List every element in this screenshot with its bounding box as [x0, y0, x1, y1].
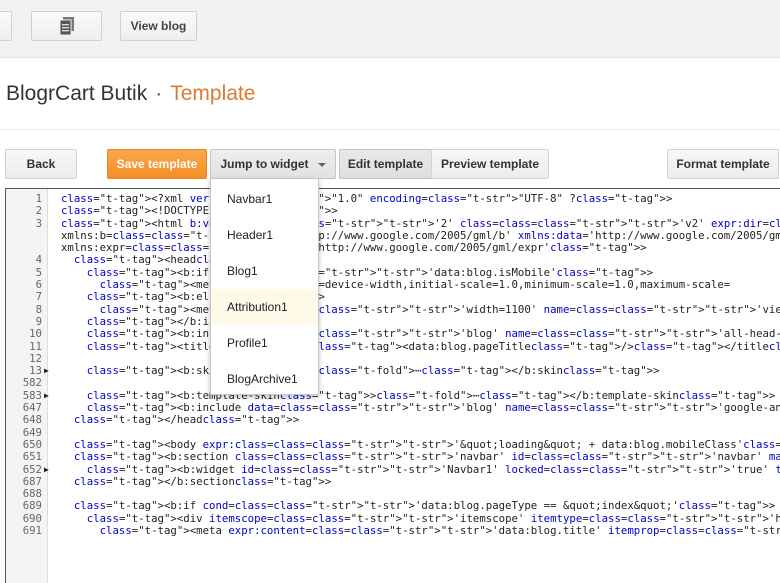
partial-toolbar-button[interactable] — [0, 11, 12, 41]
line-number: 7 — [35, 290, 42, 304]
menu-item-profile1[interactable]: Profile1 — [211, 325, 318, 361]
code-line[interactable]: 651 class="t-tag"><b:section class=class… — [6, 450, 780, 464]
line-number: 11 — [29, 339, 42, 353]
menu-item-blog1[interactable]: Blog1 — [211, 253, 318, 289]
edit-template-button[interactable]: Edit template — [339, 149, 432, 179]
format-template-button[interactable]: Format template — [667, 149, 779, 179]
copy-document-button[interactable] — [31, 11, 102, 41]
menu-item-blogarchive1[interactable]: BlogArchive1 — [211, 361, 318, 397]
save-template-button[interactable]: Save template — [107, 149, 207, 179]
menu-item-header1[interactable]: Header1 — [211, 217, 318, 253]
line-number: 2 — [35, 204, 42, 218]
code-text: class="t-tag"><titleclass="t-tag">>class… — [86, 339, 780, 353]
line-number: 652 — [22, 462, 42, 476]
code-line[interactable]: 648 class="t-tag"></headclass="t-tag">> — [6, 413, 780, 427]
line-number: 651 — [22, 450, 42, 464]
line-number: 3 — [35, 216, 42, 230]
header-divider — [0, 129, 780, 130]
line-number: 10 — [29, 327, 42, 341]
chevron-down-icon — [317, 163, 326, 167]
fold-arrow-icon[interactable]: ▶ — [44, 464, 49, 476]
line-number: 648 — [22, 413, 42, 427]
blog-name: BlogrCart Butik — [6, 82, 148, 105]
code-text: class="t-tag"><meta expr:content=class=c… — [99, 524, 780, 538]
top-toolbar: View blog — [0, 0, 780, 58]
menu-item-navbar1[interactable]: Navbar1 — [211, 181, 318, 217]
code-text: class="t-tag"><b:section class=class=cla… — [73, 450, 780, 464]
jump-to-widget-label: Jump to widget — [220, 157, 309, 171]
code-line[interactable]: 652 ▶ class="t-tag"><b:widget id=class=cl… — [6, 462, 780, 476]
page-name: Template — [170, 82, 256, 105]
template-code-editor[interactable]: 1class="t-tag"><?xml version=class="t-st… — [5, 188, 780, 583]
preview-template-button[interactable]: Preview template — [431, 149, 549, 179]
view-blog-button[interactable]: View blog — [120, 11, 197, 41]
code-text: class="t-tag"><b:include data=class=clas… — [86, 327, 780, 341]
code-line[interactable]: 13▶ class="t-tag"><b:skinclass="t-tag">>… — [6, 364, 780, 378]
line-number: 689 — [22, 499, 42, 513]
code-line[interactable]: 2class="t-tag"><!DOCTYPE htmlclass="t-ta… — [6, 204, 780, 218]
code-text: class="t-tag"><b:widget id=class=class="… — [86, 462, 780, 476]
line-number: 4 — [35, 253, 42, 267]
code-text: class="t-tag"><b:if cond=class=class="t-… — [73, 499, 776, 513]
back-button[interactable]: Back — [5, 149, 77, 179]
page-title: BlogrCart Butik · Template — [6, 82, 255, 106]
code-line[interactable]: 689 class="t-tag"><b:if cond=class=class… — [6, 499, 780, 513]
title-separator: · — [155, 82, 163, 105]
fold-arrow-icon[interactable]: ▶ — [44, 390, 49, 402]
document-copy-icon — [59, 17, 74, 36]
code-text: class="t-tag"><b:skinclass="t-tag">>clas… — [86, 364, 660, 378]
jump-to-widget-menu: Navbar1 Header1 Blog1 Attribution1 Profile1 B… — [210, 178, 319, 395]
jump-to-widget-button[interactable]: Jump to widget — [210, 149, 336, 179]
code-line[interactable]: 691 class="t-tag"><meta expr:content=cla… — [6, 524, 780, 538]
code-text: class="t-tag"></headclass="t-tag">> — [73, 413, 300, 427]
code-line[interactable]: 4 class="t-tag"><headclass="t-tag">> — [6, 253, 780, 267]
code-line[interactable]: 11 class="t-tag"><titleclass="t-tag">>cl… — [6, 339, 780, 353]
code-text: class="t-tag"></b:sectionclass="t-tag">> — [73, 474, 332, 488]
menu-item-attribution1[interactable]: Attribution1 — [211, 289, 318, 325]
fold-arrow-icon[interactable]: ▶ — [44, 365, 49, 377]
line-number: 691 — [22, 524, 42, 538]
code-area[interactable]: 1class="t-tag"><?xml version=class="t-st… — [6, 192, 780, 538]
code-line[interactable]: 687 class="t-tag"></b:sectionclass="t-ta… — [6, 474, 780, 488]
line-number: 582 — [22, 376, 42, 390]
